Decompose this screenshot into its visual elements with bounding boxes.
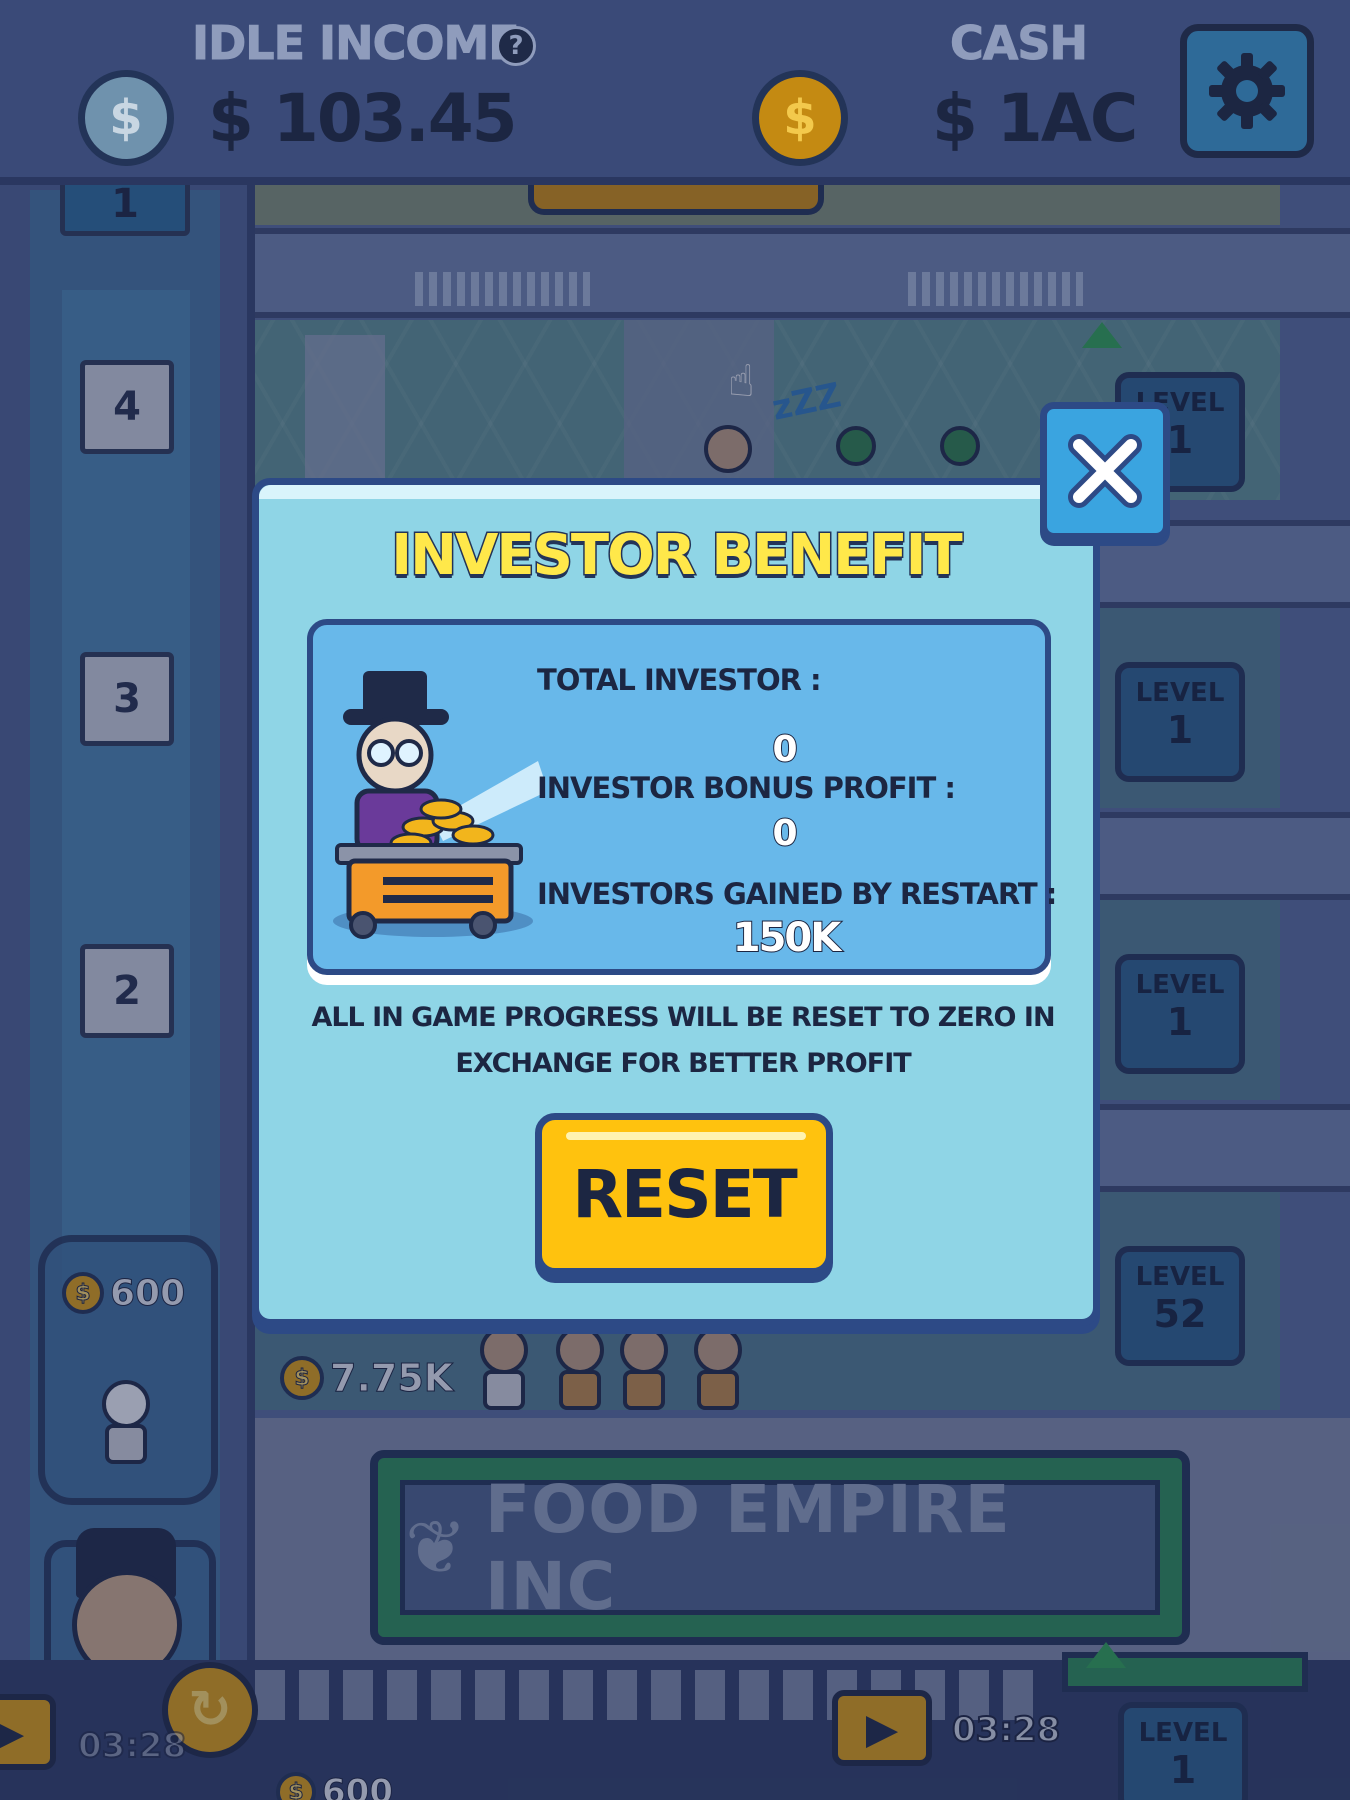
reset-warning-line-2: EXCHANGE FOR BETTER PROFIT xyxy=(455,1048,911,1079)
investors-gained-value: 150K xyxy=(732,914,843,962)
blue-coin-icon: $ xyxy=(78,70,174,166)
close-button[interactable] xyxy=(1040,402,1170,540)
modal-highlight xyxy=(259,485,1093,499)
cash-value: $ 1AC xyxy=(932,80,1138,157)
button-shine xyxy=(566,1132,806,1140)
modal-title: INVESTOR BENEFIT xyxy=(390,522,964,590)
total-investor-value: 0 xyxy=(771,728,798,771)
bonus-profit-value: 0 xyxy=(771,812,798,855)
settings-button[interactable] xyxy=(1180,24,1314,158)
gear-icon xyxy=(1209,53,1285,129)
investor-with-coin-cart-illustration xyxy=(333,671,543,939)
reset-button-label: RESET xyxy=(572,1155,798,1233)
investor-benefit-modal: INVESTOR BENEFIT TOTAL INVESTOR: 0 INVE… xyxy=(252,478,1100,1326)
investors-gained-label: INVESTORS GAINED BY RESTART : xyxy=(537,877,1057,911)
close-icon xyxy=(1068,434,1142,508)
idle-income-label: IDLE INCOME xyxy=(192,16,521,71)
top-hud: IDLE INCOME ? $ $ 103.45 $ CASH $ 1AC xyxy=(0,0,1350,185)
investor-info-panel: TOTAL INVESTOR : 0 INVESTOR BONUS PROFIT… xyxy=(307,619,1057,975)
cash-label: CASH xyxy=(950,16,1089,71)
total-investor-label: TOTAL INVESTOR : xyxy=(537,663,822,697)
reset-warning-text: ALL IN GAME PROGRESS WILL BE RESET TO ZE… xyxy=(299,995,1067,1087)
bonus-profit-label: INVESTOR BONUS PROFIT : xyxy=(537,771,956,805)
idle-income-value: $ 103.45 xyxy=(208,80,518,157)
gold-coin-icon: $ xyxy=(752,70,848,166)
reset-button[interactable]: RESET xyxy=(535,1113,833,1275)
reset-warning-line-1: ALL IN GAME PROGRESS WILL BE RESET TO ZE… xyxy=(311,1002,1055,1033)
help-icon[interactable]: ? xyxy=(496,26,536,66)
